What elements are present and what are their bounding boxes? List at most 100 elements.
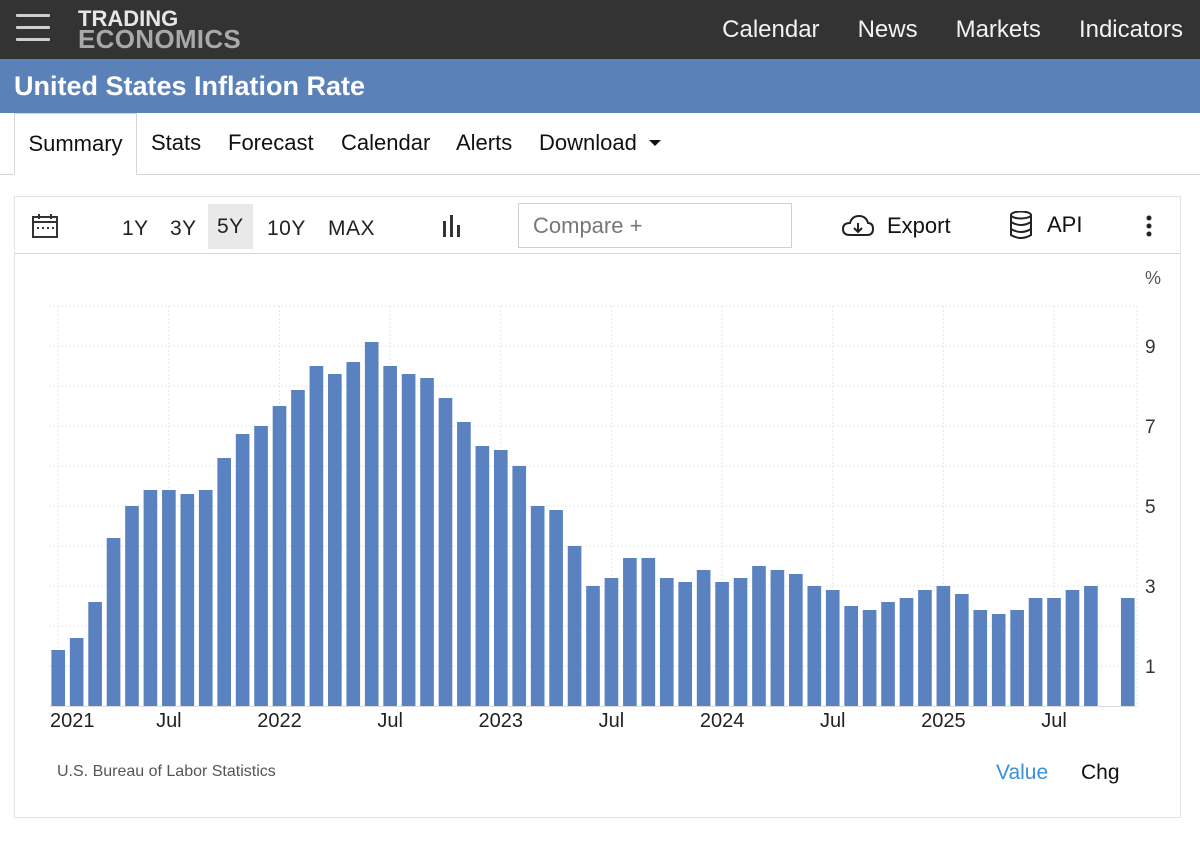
tab-summary[interactable]: Summary bbox=[14, 113, 137, 175]
tab-download[interactable]: Download bbox=[539, 130, 661, 156]
tab-download-label: Download bbox=[539, 130, 637, 155]
range-max[interactable]: MAX bbox=[328, 217, 375, 241]
bar bbox=[770, 570, 785, 706]
bar bbox=[678, 582, 693, 706]
bar bbox=[789, 574, 803, 706]
more-icon[interactable] bbox=[1145, 215, 1153, 237]
nav-indicators[interactable]: Indicators bbox=[1079, 16, 1183, 44]
x-tick-label: Jul bbox=[820, 710, 846, 732]
y-tick-label: 3 bbox=[1145, 577, 1156, 598]
export-button[interactable]: Export bbox=[841, 213, 951, 239]
bar bbox=[659, 578, 674, 706]
bar bbox=[586, 586, 600, 706]
bar bbox=[272, 406, 287, 706]
bar bbox=[401, 374, 416, 706]
bar bbox=[991, 614, 1006, 706]
y-tick-label: 1 bbox=[1145, 657, 1156, 678]
bar bbox=[475, 446, 490, 706]
bar bbox=[623, 558, 637, 706]
bar bbox=[420, 378, 434, 706]
range-5y[interactable]: 5Y bbox=[208, 204, 253, 249]
logo-line2: ECONOMICS bbox=[78, 24, 242, 54]
bar bbox=[180, 494, 195, 706]
bar bbox=[918, 590, 932, 706]
x-tick-label: 2023 bbox=[479, 710, 524, 732]
bar bbox=[309, 366, 324, 706]
nav-markets[interactable]: Markets bbox=[956, 16, 1041, 44]
title-bar: United States Inflation Rate bbox=[0, 59, 1200, 113]
bar bbox=[328, 374, 342, 706]
bar bbox=[1120, 598, 1135, 706]
chart-toolbar: 1Y 3Y 5Y 10Y MAX Export API bbox=[15, 197, 1180, 254]
bar bbox=[69, 638, 84, 706]
bar bbox=[51, 650, 66, 706]
bar bbox=[512, 466, 527, 706]
logo[interactable]: TRADING ECONOMICS bbox=[78, 8, 242, 54]
bar bbox=[88, 602, 102, 706]
bar bbox=[162, 490, 176, 706]
y-tick-label: 5 bbox=[1145, 497, 1156, 518]
bar bbox=[733, 578, 748, 706]
bar bbox=[1028, 598, 1043, 706]
x-tick-label: Jul bbox=[156, 710, 182, 732]
bar bbox=[696, 570, 711, 706]
chg-toggle[interactable]: Chg bbox=[1081, 761, 1120, 785]
x-tick-label: 2022 bbox=[257, 710, 302, 732]
bar bbox=[125, 506, 139, 706]
y-tick-label: 7 bbox=[1145, 417, 1156, 438]
top-bar: TRADING ECONOMICS Calendar News Markets … bbox=[0, 0, 1200, 59]
y-tick-label: 9 bbox=[1145, 337, 1156, 358]
x-tick-label: Jul bbox=[599, 710, 625, 732]
bar bbox=[346, 362, 361, 706]
api-button[interactable]: API bbox=[1009, 211, 1082, 239]
bar bbox=[604, 578, 619, 706]
bar bbox=[438, 398, 453, 706]
bar bbox=[641, 558, 656, 706]
bar bbox=[899, 598, 914, 706]
x-tick-label: Jul bbox=[1041, 710, 1067, 732]
range-1y[interactable]: 1Y bbox=[122, 217, 149, 241]
bar bbox=[936, 586, 951, 706]
bar bbox=[106, 538, 121, 706]
compare-input[interactable] bbox=[518, 203, 792, 248]
value-toggle[interactable]: Value bbox=[996, 761, 1048, 785]
nav-calendar[interactable]: Calendar bbox=[722, 16, 819, 44]
calendar-icon[interactable] bbox=[31, 213, 59, 239]
api-label: API bbox=[1047, 212, 1083, 237]
bar bbox=[364, 342, 379, 706]
bar bbox=[254, 426, 268, 706]
bar bbox=[198, 490, 213, 706]
database-icon bbox=[1010, 211, 1032, 239]
bar bbox=[567, 546, 582, 706]
bar bbox=[291, 390, 305, 706]
top-nav: Calendar News Markets Indicators bbox=[701, 0, 1200, 59]
nav-news[interactable]: News bbox=[858, 16, 918, 44]
bar bbox=[844, 606, 858, 706]
tab-bar: Summary Stats Forecast Calendar Alerts D… bbox=[0, 113, 1200, 175]
range-10y[interactable]: 10Y bbox=[267, 217, 306, 241]
bar bbox=[1065, 590, 1080, 706]
menu-icon[interactable] bbox=[16, 14, 50, 42]
range-3y[interactable]: 3Y bbox=[170, 217, 197, 241]
bar bbox=[825, 590, 840, 706]
bar bbox=[862, 610, 877, 706]
chart-type-icon[interactable] bbox=[441, 215, 463, 237]
tab-alerts[interactable]: Alerts bbox=[456, 130, 512, 156]
chart-card: 1Y 3Y 5Y 10Y MAX Export API bbox=[14, 196, 1181, 818]
tab-stats[interactable]: Stats bbox=[151, 130, 201, 156]
tab-calendar[interactable]: Calendar bbox=[341, 130, 430, 156]
bar bbox=[217, 458, 232, 706]
y-unit-label: % bbox=[1145, 268, 1161, 288]
bar bbox=[383, 366, 397, 706]
bar bbox=[1010, 610, 1024, 706]
x-tick-label: 2024 bbox=[700, 710, 745, 732]
source-label: U.S. Bureau of Labor Statistics bbox=[57, 763, 276, 780]
bar bbox=[807, 586, 822, 706]
bar bbox=[1047, 598, 1061, 706]
x-tick-label: 2021 bbox=[50, 710, 95, 732]
cloud-download-icon bbox=[841, 214, 875, 236]
bar bbox=[549, 510, 563, 706]
caret-down-icon bbox=[648, 139, 661, 146]
tab-forecast[interactable]: Forecast bbox=[228, 130, 314, 156]
bar bbox=[143, 490, 158, 706]
